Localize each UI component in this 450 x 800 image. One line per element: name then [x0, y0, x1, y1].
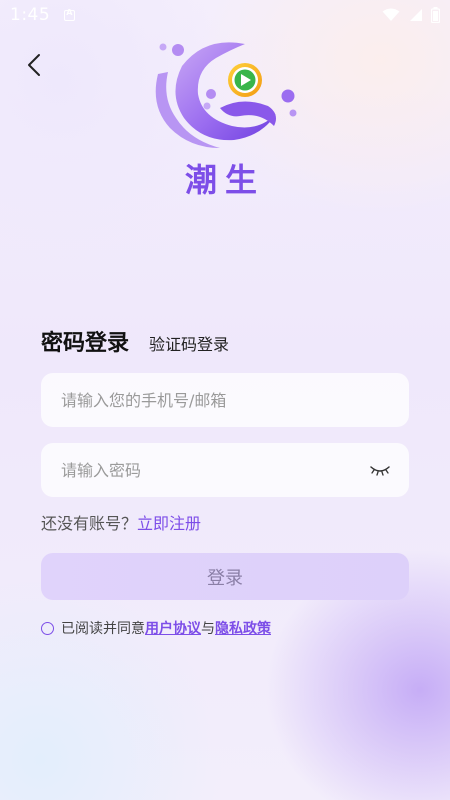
status-bar: 1:45: [0, 0, 450, 30]
login-tabs: 密码登录 验证码登录: [41, 325, 229, 357]
phone-email-input[interactable]: [59, 389, 391, 411]
register-row: 还没有账号？立即注册: [41, 510, 201, 534]
tab-password-login[interactable]: 密码登录: [41, 325, 129, 357]
signal-icon: [410, 9, 422, 21]
register-prompt: 还没有账号？: [41, 514, 138, 533]
status-left: 1:45: [10, 5, 76, 25]
phone-email-field: [41, 373, 409, 427]
status-time: 1:45: [10, 5, 51, 25]
agreement-checkbox[interactable]: [41, 621, 54, 635]
app-name: 潮生: [184, 161, 265, 199]
login-button[interactable]: 登录: [41, 553, 409, 600]
tab-code-login[interactable]: 验证码登录: [149, 331, 229, 357]
password-field: [41, 443, 409, 497]
register-link[interactable]: 立即注册: [137, 514, 201, 533]
app-logo: [155, 42, 297, 148]
app-notification-icon: [64, 8, 76, 21]
privacy-policy-link[interactable]: 隐私政策: [215, 618, 271, 638]
agreement-prefix: 已阅读并同意: [61, 621, 145, 637]
agreement-connector: 与: [201, 621, 215, 637]
eye-closed-icon[interactable]: [369, 463, 391, 477]
status-right: [382, 7, 440, 23]
password-input[interactable]: [59, 459, 369, 481]
chevron-left-icon[interactable]: [22, 52, 48, 78]
wifi-icon: [382, 8, 400, 21]
agreement-row: 已阅读并同意 用户协议与隐私政策: [41, 618, 271, 638]
user-agreement-link[interactable]: 用户协议: [145, 618, 201, 638]
battery-icon: [431, 7, 440, 23]
